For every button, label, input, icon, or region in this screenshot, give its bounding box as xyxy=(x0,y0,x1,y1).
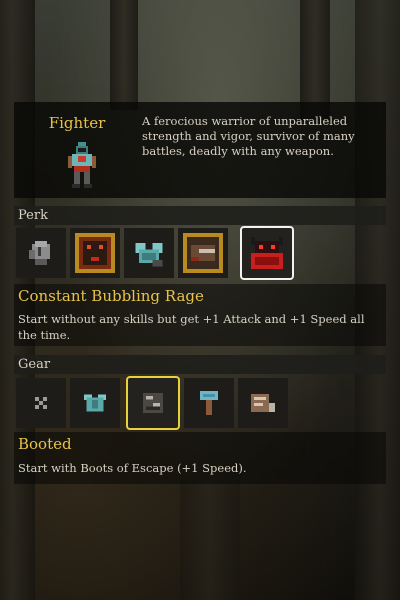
perk-slot-gauntlet[interactable] xyxy=(16,228,66,278)
hero-description: A ferocious warrior of unparalleled stre… xyxy=(142,114,355,158)
boots-icon xyxy=(142,392,164,414)
gear-title: Booted xyxy=(18,435,72,453)
gear-description: Start with Boots of Escape (+1 Speed). xyxy=(18,461,247,475)
berserker-icon xyxy=(75,233,115,273)
perk-slot-chainmail[interactable] xyxy=(124,228,174,278)
chainmail-icon xyxy=(83,394,107,412)
gauntlet-icon xyxy=(29,241,50,265)
gear-slot-hammer[interactable] xyxy=(184,378,234,428)
gear-header: Gear xyxy=(14,355,386,374)
gear-slot-chainmail[interactable] xyxy=(70,378,120,428)
perk-slot-rage-selected[interactable] xyxy=(240,226,294,280)
fighter-sprite-icon xyxy=(68,142,96,188)
gear-slot-none[interactable] xyxy=(16,378,66,428)
perk-header: Perk xyxy=(14,206,386,225)
gear-slot-scroll[interactable] xyxy=(238,378,288,428)
chainmail-icon xyxy=(135,242,163,267)
scroll-icon xyxy=(251,394,275,412)
perk-title: Constant Bubbling Rage xyxy=(18,287,204,305)
none-icon xyxy=(35,397,47,409)
hammer-icon xyxy=(200,391,218,415)
hero-name: Fighter xyxy=(48,114,106,132)
perk-description: Start without any skills but get +1 Atta… xyxy=(18,312,365,342)
perk-slot-tanned-hide[interactable] xyxy=(178,228,228,278)
perk-slot-berserker[interactable] xyxy=(70,228,120,278)
gear-slot-boots-selected[interactable] xyxy=(126,376,180,430)
tanned-hide-icon xyxy=(183,233,223,273)
hero-panel: Fighter A ferocious warrior of unparalle… xyxy=(14,102,386,198)
rage-demon-icon xyxy=(251,237,283,269)
